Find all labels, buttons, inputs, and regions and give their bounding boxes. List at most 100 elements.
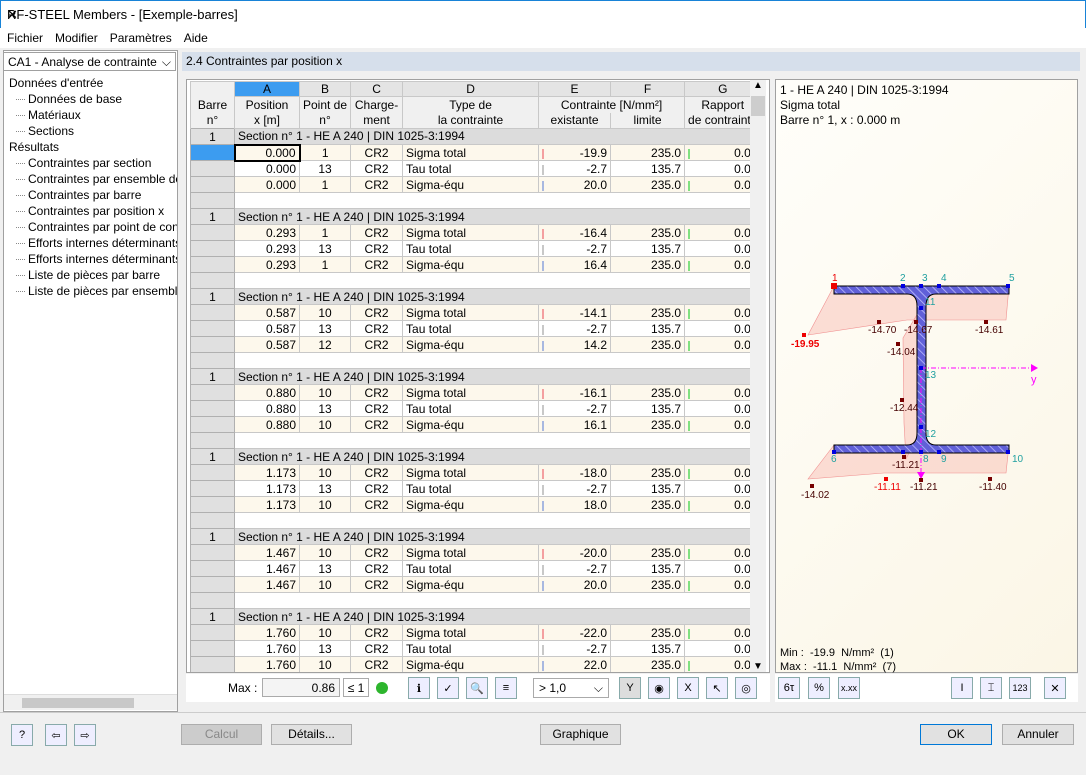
cell-existing[interactable]: 22.0 [538, 656, 612, 672]
cell-loading[interactable]: CR2 [350, 624, 404, 641]
row-header[interactable] [190, 304, 235, 321]
col-letter-a[interactable]: A [234, 81, 300, 97]
export-icon[interactable]: ⇨ [74, 724, 96, 746]
row-header[interactable] [190, 384, 235, 401]
row-header[interactable] [190, 336, 235, 353]
cell-stress-type[interactable]: Sigma-équ [402, 336, 540, 353]
cell-position[interactable]: 1.467 [234, 544, 300, 561]
table-row[interactable]: 0.880 10 CR2 Sigma total -16.1 235.0 0.07 [190, 384, 762, 401]
cell-stress-type[interactable]: Sigma-équ [402, 496, 540, 513]
cell-point[interactable]: 13 [298, 160, 352, 177]
row-header[interactable] [190, 176, 235, 193]
cell-limit[interactable]: 135.7 [610, 640, 686, 657]
col-letter-f[interactable]: F [610, 81, 686, 97]
cell-limit[interactable]: 235.0 [610, 304, 686, 321]
table-row[interactable]: 0.587 13 CR2 Tau total -2.7 135.7 0.02 [190, 320, 762, 337]
tree-item[interactable]: Sections [4, 123, 177, 139]
cell-point[interactable]: 10 [298, 624, 352, 641]
row-header[interactable] [190, 224, 235, 241]
cell-stress-type[interactable]: Tau total [402, 400, 540, 417]
cell-position[interactable]: 0.587 [234, 336, 300, 353]
tree-item[interactable]: Données de base [4, 91, 177, 107]
cell-position[interactable]: 0.587 [234, 320, 300, 337]
cell-limit[interactable]: 235.0 [610, 544, 686, 561]
row-header[interactable] [190, 400, 235, 417]
scroll-thumb[interactable] [751, 96, 765, 116]
stress-type-button[interactable]: 6τ [778, 677, 800, 699]
cell-limit[interactable]: 235.0 [610, 496, 686, 513]
cell-limit[interactable]: 235.0 [610, 256, 686, 273]
row-header[interactable] [190, 432, 235, 449]
cell-limit[interactable]: 235.0 [610, 384, 686, 401]
cell-loading[interactable]: CR2 [350, 144, 404, 161]
row-header[interactable] [190, 480, 235, 497]
tree-item[interactable]: Matériaux [4, 107, 177, 123]
tree-item[interactable]: Efforts internes déterminants par ensemb… [4, 251, 177, 267]
cell-position[interactable]: 1.760 [234, 624, 300, 641]
cell-existing[interactable]: -2.7 [538, 640, 612, 657]
cell-loading[interactable]: CR2 [350, 576, 404, 593]
cell-existing[interactable]: -18.0 [538, 464, 612, 481]
cell-loading[interactable]: CR2 [350, 240, 404, 257]
select-pointer-icon[interactable]: ↖ [706, 677, 728, 699]
cell-existing[interactable]: -14.1 [538, 304, 612, 321]
cell-existing[interactable]: -16.1 [538, 384, 612, 401]
cell-stress-type[interactable]: Sigma-équ [402, 576, 540, 593]
table-row[interactable]: 0.587 12 CR2 Sigma-équ 14.2 235.0 0.06 [190, 336, 762, 353]
case-select[interactable]: CA1 - Analyse de contrainte ⌵ [3, 52, 176, 71]
col-letter-b[interactable]: B [298, 81, 352, 97]
cell-loading[interactable]: CR2 [350, 176, 404, 193]
tree-item[interactable]: Liste de pièces par ensemble de barres [4, 283, 177, 299]
cell-position[interactable]: 1.760 [234, 656, 300, 672]
row-header[interactable] [190, 256, 235, 273]
table-row[interactable]: 0.293 13 CR2 Tau total -2.7 135.7 0.02 [190, 240, 762, 257]
scroll-down-icon[interactable]: ▼ [753, 661, 763, 672]
cell-point[interactable]: 13 [298, 560, 352, 577]
cell-point[interactable]: 10 [298, 304, 352, 321]
tree-item[interactable]: Contraintes par ensemble de barres [4, 171, 177, 187]
row-header[interactable] [190, 160, 235, 177]
ok-button[interactable]: OK [920, 724, 992, 745]
table-row[interactable]: 0.880 13 CR2 Tau total -2.7 135.7 0.02 [190, 400, 762, 417]
cell-existing[interactable]: 16.1 [538, 416, 612, 433]
row-header[interactable] [190, 240, 235, 257]
table-row[interactable]: 1.467 10 CR2 Sigma total -20.0 235.0 0.09 [190, 544, 762, 561]
row-header[interactable] [190, 656, 235, 672]
cell-stress-type[interactable]: Tau total [402, 480, 540, 497]
dimensions-icon[interactable]: ⌶ [980, 677, 1002, 699]
cell-limit[interactable]: 135.7 [610, 560, 686, 577]
cell-loading[interactable]: CR2 [350, 560, 404, 577]
cell-loading[interactable]: CR2 [350, 416, 404, 433]
cell-limit[interactable]: 135.7 [610, 320, 686, 337]
cell-loading[interactable]: CR2 [350, 400, 404, 417]
cell-loading[interactable]: CR2 [350, 160, 404, 177]
cell-stress-type[interactable]: Sigma total [402, 624, 540, 641]
row-header[interactable] [190, 464, 235, 481]
cell-point[interactable]: 10 [298, 656, 352, 672]
row-header[interactable] [190, 624, 235, 641]
cell-limit[interactable]: 235.0 [610, 176, 686, 193]
table-row[interactable]: 1.760 10 CR2 Sigma-équ 22.0 235.0 0.09 [190, 656, 762, 672]
scroll-up-icon[interactable]: ▲ [753, 80, 763, 91]
visibility-icon[interactable]: ◉ [648, 677, 670, 699]
row-header[interactable]: 1 [190, 208, 235, 225]
cell-point[interactable]: 10 [298, 544, 352, 561]
tree-item[interactable]: Données d'entrée [4, 75, 177, 91]
cell-limit[interactable]: 235.0 [610, 624, 686, 641]
info-icon[interactable]: ℹ [408, 677, 430, 699]
cell-stress-type[interactable]: Sigma total [402, 544, 540, 561]
row-header[interactable] [190, 320, 235, 337]
tree-item[interactable]: Contraintes par point de contrainte [4, 219, 177, 235]
cell-loading[interactable]: CR2 [350, 640, 404, 657]
cell-existing[interactable]: 16.4 [538, 256, 612, 273]
cell-loading[interactable]: CR2 [350, 464, 404, 481]
cell-loading[interactable]: CR2 [350, 496, 404, 513]
cell-point[interactable]: 13 [298, 640, 352, 657]
cell-position[interactable]: 1.760 [234, 640, 300, 657]
cell-loading[interactable]: CR2 [350, 384, 404, 401]
row-header[interactable] [191, 673, 235, 674]
row-header[interactable]: 1 [190, 368, 235, 385]
cell-stress-type[interactable]: Tau total [402, 560, 540, 577]
cell-position[interactable]: 1.173 [234, 480, 300, 497]
cell-stress-type[interactable]: Tau total [402, 240, 540, 257]
